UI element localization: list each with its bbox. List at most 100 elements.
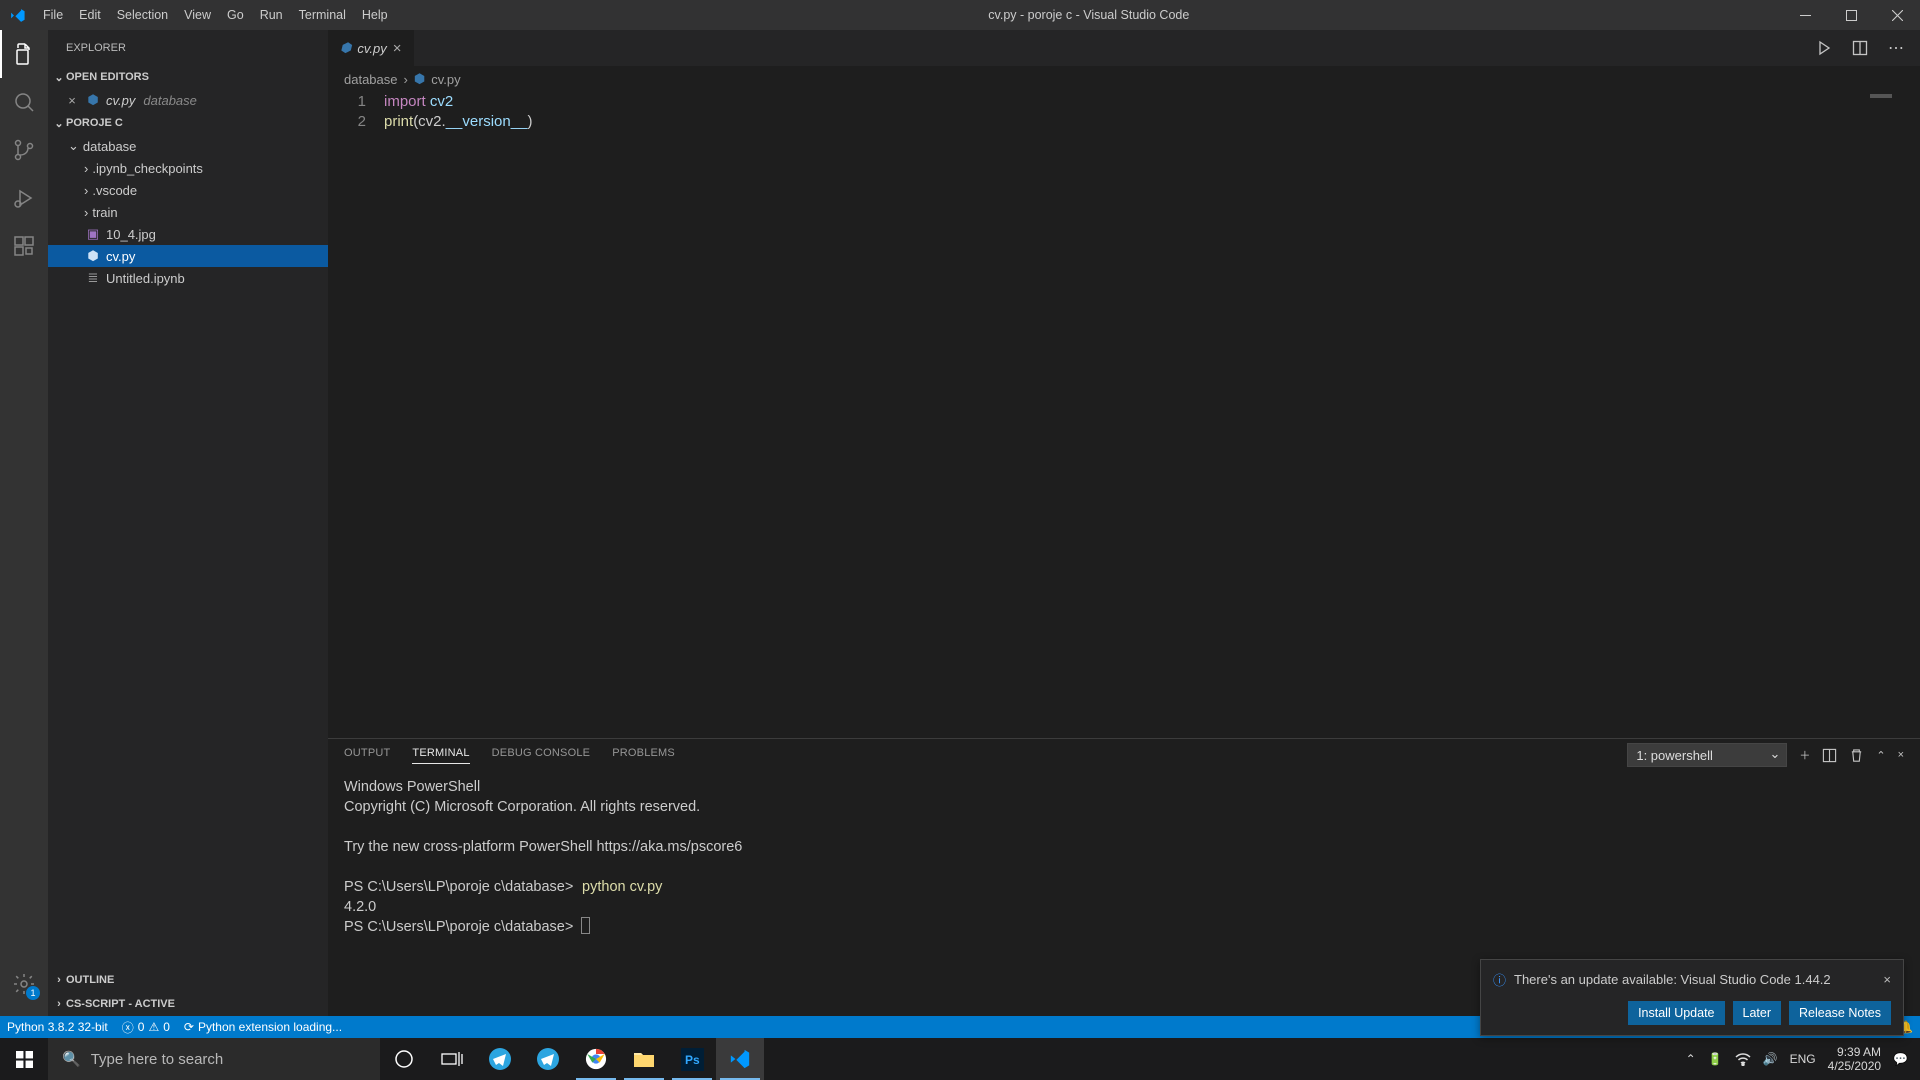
breadcrumb-folder[interactable]: database <box>344 72 398 87</box>
explorer-view-icon[interactable] <box>0 30 48 78</box>
file-cv-py[interactable]: ⬢cv.py <box>48 245 328 267</box>
maximize-panel-icon[interactable]: ⌃ <box>1876 749 1885 762</box>
start-button[interactable] <box>0 1038 48 1080</box>
minimize-button[interactable] <box>1782 0 1828 30</box>
search-placeholder: Type here to search <box>91 1051 224 1068</box>
svg-text:Ps: Ps <box>685 1053 700 1067</box>
new-terminal-icon[interactable]: ＋ <box>1799 747 1810 763</box>
source-control-view-icon[interactable] <box>0 126 48 174</box>
split-editor-icon[interactable] <box>1846 40 1874 56</box>
outline-section[interactable]: ›OUTLINE <box>48 968 328 992</box>
python-file-icon: ⬢ <box>340 40 351 56</box>
title-bar: File Edit Selection View Go Run Terminal… <box>0 0 1920 30</box>
code-lines[interactable]: import cv2print(cv2.__version__) <box>384 92 532 738</box>
close-tab-icon[interactable]: × <box>393 40 402 57</box>
close-editor-icon[interactable]: × <box>64 93 80 108</box>
split-terminal-icon[interactable] <box>1822 748 1837 763</box>
maximize-button[interactable] <box>1828 0 1874 30</box>
task-telegram-2[interactable] <box>524 1038 572 1080</box>
line-numbers: 1 2 <box>328 92 384 738</box>
task-telegram-1[interactable] <box>476 1038 524 1080</box>
close-notification-icon[interactable]: × <box>1883 972 1891 987</box>
breadcrumb-file[interactable]: cv.py <box>431 72 460 87</box>
window-controls <box>1782 0 1920 30</box>
terminal-selector[interactable]: 1: powershell <box>1627 743 1787 767</box>
tray-battery-icon[interactable]: 🔋 <box>1708 1052 1723 1066</box>
python-file-icon: ⬢ <box>84 92 102 108</box>
menu-view[interactable]: View <box>176 0 219 30</box>
status-problems[interactable]: ⓧ0 ⚠0 <box>115 1016 177 1038</box>
close-button[interactable] <box>1874 0 1920 30</box>
folder-database[interactable]: ⌄database <box>48 135 328 157</box>
release-notes-button[interactable]: Release Notes <box>1789 1001 1891 1025</box>
menu-bar: File Edit Selection View Go Run Terminal… <box>35 0 396 30</box>
open-editor-item[interactable]: × ⬢ cv.py database <box>48 89 328 111</box>
settings-gear-icon[interactable]: 1 <box>0 960 48 1008</box>
search-view-icon[interactable] <box>0 78 48 126</box>
task-photoshop[interactable]: Ps <box>668 1038 716 1080</box>
install-update-button[interactable]: Install Update <box>1628 1001 1724 1025</box>
tray-volume-icon[interactable]: 🔊 <box>1763 1052 1778 1066</box>
minimap[interactable] <box>1870 94 1892 98</box>
taskbar-search[interactable]: 🔍 Type here to search <box>48 1038 380 1080</box>
run-debug-view-icon[interactable] <box>0 174 48 222</box>
folder-vscode[interactable]: ›.vscode <box>48 179 328 201</box>
run-file-icon[interactable] <box>1810 40 1838 56</box>
menu-selection[interactable]: Selection <box>109 0 176 30</box>
task-vscode[interactable] <box>716 1038 764 1080</box>
task-chrome[interactable] <box>572 1038 620 1080</box>
vscode-logo-icon <box>0 7 35 24</box>
status-python-interpreter[interactable]: Python 3.8.2 32-bit <box>0 1016 115 1038</box>
workspace-section[interactable]: ⌄POROJE C <box>48 111 328 135</box>
close-panel-icon[interactable]: × <box>1898 749 1904 761</box>
menu-go[interactable]: Go <box>219 0 252 30</box>
open-editor-filename: cv.py <box>106 93 135 108</box>
panel-tab-debug-console[interactable]: DEBUG CONSOLE <box>492 747 591 763</box>
menu-terminal[interactable]: Terminal <box>291 0 354 30</box>
tray-chevron-up-icon[interactable]: ⌃ <box>1686 1052 1696 1066</box>
menu-help[interactable]: Help <box>354 0 396 30</box>
open-editors-section[interactable]: ⌄OPEN EDITORS <box>48 65 328 89</box>
task-cortana[interactable] <box>380 1038 428 1080</box>
task-taskview[interactable] <box>428 1038 476 1080</box>
error-icon: ⓧ <box>122 1019 134 1036</box>
settings-badge: 1 <box>26 986 40 1000</box>
tray-action-center-icon[interactable]: 💬 <box>1893 1052 1908 1066</box>
editor-area: ⬢ cv.py × ⋯ database › ⬢ cv.py 1 2 impor… <box>328 30 1920 1016</box>
sync-icon: ⟳ <box>184 1020 194 1034</box>
task-file-explorer[interactable] <box>620 1038 668 1080</box>
system-tray: ⌃ 🔋 🔊 ENG 9:39 AM 4/25/2020 💬 <box>1686 1038 1920 1080</box>
tray-wifi-icon[interactable] <box>1735 1052 1751 1066</box>
file-10-4-jpg[interactable]: ▣10_4.jpg <box>48 223 328 245</box>
extensions-view-icon[interactable] <box>0 222 48 270</box>
tab-label: cv.py <box>357 41 386 56</box>
panel-tab-problems[interactable]: PROBLEMS <box>612 747 675 763</box>
chevron-right-icon: › <box>404 72 408 87</box>
folder-train[interactable]: ›train <box>48 201 328 223</box>
folder-ipynb-checkpoints[interactable]: ›.ipynb_checkpoints <box>48 157 328 179</box>
search-icon: 🔍 <box>62 1050 81 1068</box>
info-icon: ⓘ <box>1493 970 1506 989</box>
breadcrumbs[interactable]: database › ⬢ cv.py <box>328 66 1920 92</box>
python-file-icon: ⬢ <box>84 248 102 264</box>
cs-script-section[interactable]: ›CS-SCRIPT - ACTIVE <box>48 992 328 1016</box>
more-actions-icon[interactable]: ⋯ <box>1882 38 1910 58</box>
code-editor[interactable]: 1 2 import cv2print(cv2.__version__) <box>328 92 1920 738</box>
sidebar-title: EXPLORER <box>48 30 328 65</box>
warning-icon: ⚠ <box>148 1020 159 1034</box>
later-button[interactable]: Later <box>1733 1001 1782 1025</box>
windows-taskbar: 🔍 Type here to search Ps ⌃ 🔋 🔊 ENG 9:39 … <box>0 1038 1920 1080</box>
image-file-icon: ▣ <box>84 226 102 242</box>
panel-tab-output[interactable]: OUTPUT <box>344 747 390 763</box>
file-untitled-ipynb[interactable]: ≣Untitled.ipynb <box>48 267 328 289</box>
tray-clock[interactable]: 9:39 AM 4/25/2020 <box>1828 1045 1881 1073</box>
editor-tabs: ⬢ cv.py × ⋯ <box>328 30 1920 66</box>
tray-language[interactable]: ENG <box>1790 1052 1816 1066</box>
menu-edit[interactable]: Edit <box>71 0 109 30</box>
kill-terminal-icon[interactable] <box>1849 748 1864 763</box>
window-title: cv.py - poroje c - Visual Studio Code <box>396 8 1782 22</box>
tab-cv-py[interactable]: ⬢ cv.py × <box>328 30 415 66</box>
panel-tab-terminal[interactable]: TERMINAL <box>412 747 469 764</box>
menu-file[interactable]: File <box>35 0 71 30</box>
menu-run[interactable]: Run <box>252 0 291 30</box>
